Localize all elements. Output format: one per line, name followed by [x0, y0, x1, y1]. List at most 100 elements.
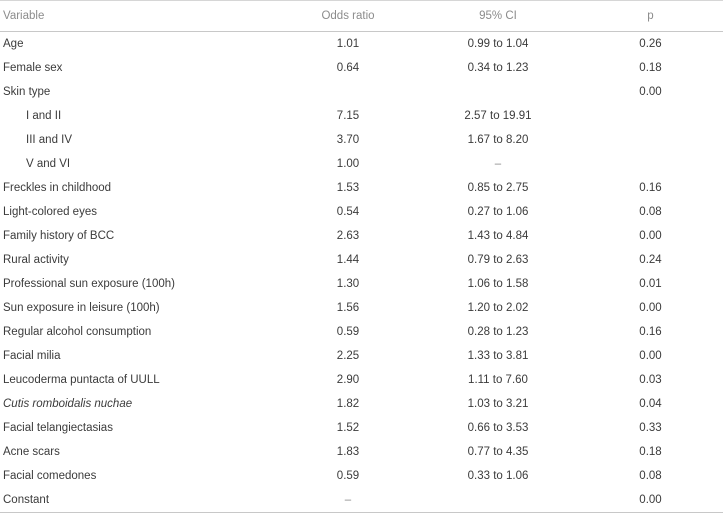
cell-odds-ratio: 1.83 — [336, 446, 360, 458]
table-row: Acne scars 1.83 0.77 to 4.35 0.18 — [0, 440, 723, 464]
table-row: Freckles in childhood 1.53 0.85 to 2.75 0.1… — [0, 176, 723, 200]
cell-p-value: 0.16 — [639, 182, 662, 194]
cell-ci: 0.85 to 2.75 — [467, 182, 529, 194]
table-row: Constant – 0.00 — [0, 488, 723, 513]
cell-variable: Rural activity — [3, 254, 69, 266]
cell-odds-ratio: 1.52 — [336, 422, 360, 434]
cell-ci: 0.34 to 1.23 — [467, 62, 529, 74]
cell-ci: 0.99 to 1.04 — [467, 38, 529, 50]
cell-p-value: 0.33 — [639, 422, 662, 434]
table-row: I and II 7.15 2.57 to 19.91 — [0, 104, 723, 128]
cell-p-value: 0.00 — [639, 350, 662, 362]
cell-odds-ratio: 1.30 — [336, 278, 360, 290]
cell-variable: Professional sun exposure (100h) — [3, 278, 175, 290]
table-row: V and VI 1.00 – — [0, 152, 723, 176]
cell-p-value: 0.24 — [639, 254, 662, 266]
cell-p-value — [578, 104, 723, 128]
cell-variable: Female sex — [3, 62, 63, 74]
cell-ci: 0.79 to 2.63 — [467, 254, 529, 266]
cell-variable: Facial telangiectasias — [3, 422, 113, 434]
cell-odds-ratio: 7.15 — [336, 110, 360, 122]
cell-variable: Age — [3, 38, 24, 50]
cell-odds-ratio: 1.44 — [336, 254, 360, 266]
cell-p-value: 0.00 — [639, 302, 662, 314]
cell-odds-ratio — [278, 80, 418, 104]
cell-p-value: 0.16 — [639, 326, 662, 338]
table-header-row: Variable Odds ratio 95% CI p — [0, 0, 723, 32]
cell-ci: 1.03 to 3.21 — [467, 398, 529, 410]
cell-ci — [418, 488, 578, 513]
cell-p-value: 0.08 — [639, 206, 662, 218]
results-table-container: Variable Odds ratio 95% CI p Age 1.01 0.99… — [0, 0, 723, 517]
cell-p-value — [578, 128, 723, 152]
cell-p-value: 0.08 — [639, 470, 662, 482]
cell-variable: Freckles in childhood — [3, 182, 112, 194]
cell-odds-ratio: 1.00 — [336, 158, 360, 170]
cell-p-value: 0.00 — [639, 86, 662, 98]
table-row: Facial milia 2.25 1.33 to 3.81 0.00 — [0, 344, 723, 368]
cell-ci: 1.33 to 3.81 — [467, 350, 529, 362]
cell-ci: 1.67 to 8.20 — [467, 134, 529, 146]
table-row: Skin type 0.00 — [0, 80, 723, 104]
cell-variable: Facial comedones — [3, 470, 97, 482]
cell-p-value: 0.18 — [639, 446, 662, 458]
column-header-odds-ratio: Odds ratio — [321, 10, 375, 22]
cell-variable: Skin type — [3, 86, 51, 98]
cell-ci: 1.20 to 2.02 — [467, 302, 529, 314]
table-row: Age 1.01 0.99 to 1.04 0.26 — [0, 32, 723, 57]
table-row: Facial comedones 0.59 0.33 to 1.06 0.08 — [0, 464, 723, 488]
cell-variable: Cutis romboidalis nuchae — [3, 398, 133, 410]
cell-variable: Facial milia — [3, 350, 61, 362]
cell-p-value: 0.04 — [639, 398, 662, 410]
cell-odds-ratio: 3.70 — [336, 134, 360, 146]
cell-ci: 0.77 to 4.35 — [467, 446, 529, 458]
cell-ci: 0.27 to 1.06 — [467, 206, 529, 218]
cell-p-value: 0.00 — [639, 230, 662, 242]
column-header-variable: Variable — [3, 10, 45, 22]
table-row: Light-colored eyes 0.54 0.27 to 1.06 0.08 — [0, 200, 723, 224]
cell-p-value — [578, 152, 723, 176]
table-row: Regular alcohol consumption 0.59 0.28 to 1… — [0, 320, 723, 344]
cell-variable: V and VI — [26, 158, 71, 170]
cell-odds-ratio: 0.59 — [336, 326, 360, 338]
table-row: Cutis romboidalis nuchae 1.82 1.03 to 3.21… — [0, 392, 723, 416]
cell-p-value: 0.18 — [639, 62, 662, 74]
table-header: Variable Odds ratio 95% CI p — [0, 0, 723, 32]
cell-p-value: 0.01 — [639, 278, 662, 290]
regression-results-table: Variable Odds ratio 95% CI p Age 1.01 0.99… — [0, 0, 723, 513]
cell-odds-ratio: – — [278, 488, 418, 513]
cell-variable: Constant — [0, 488, 278, 513]
cell-odds-ratio: 2.63 — [336, 230, 360, 242]
cell-odds-ratio: 0.64 — [336, 62, 360, 74]
table-row: Sun exposure in leisure (100h) 1.56 1.20 t… — [0, 296, 723, 320]
cell-ci: 0.33 to 1.06 — [467, 470, 529, 482]
table-row: Family history of BCC 2.63 1.43 to 4.84 0.0… — [0, 224, 723, 248]
cell-ci: 0.66 to 3.53 — [467, 422, 529, 434]
table-row: Professional sun exposure (100h) 1.30 1.06… — [0, 272, 723, 296]
table-row: Female sex 0.64 0.34 to 1.23 0.18 — [0, 56, 723, 80]
cell-variable: III and IV — [26, 134, 73, 146]
cell-variable: Leucoderma puntacta of UULL — [3, 374, 160, 386]
cell-variable: Regular alcohol consumption — [3, 326, 152, 338]
cell-p-value: 0.03 — [639, 374, 662, 386]
cell-variable: Sun exposure in leisure (100h) — [3, 302, 160, 314]
cell-odds-ratio: 2.90 — [336, 374, 360, 386]
cell-ci: 0.28 to 1.23 — [467, 326, 529, 338]
cell-odds-ratio: 1.01 — [336, 38, 360, 50]
cell-ci: 2.57 to 19.91 — [464, 110, 532, 122]
cell-odds-ratio: 0.59 — [336, 470, 360, 482]
cell-variable: Family history of BCC — [3, 230, 115, 242]
cell-ci: 1.06 to 1.58 — [467, 278, 529, 290]
cell-odds-ratio: 2.25 — [336, 350, 360, 362]
cell-odds-ratio: 1.56 — [336, 302, 360, 314]
column-header-p: p — [647, 10, 654, 22]
table-row: Leucoderma puntacta of UULL 2.90 1.11 to 7… — [0, 368, 723, 392]
cell-p-value: 0.00 — [578, 488, 723, 513]
table-row: Rural activity 1.44 0.79 to 2.63 0.24 — [0, 248, 723, 272]
table-body: Age 1.01 0.99 to 1.04 0.26 Female sex 0.64 0.3… — [0, 32, 723, 513]
cell-ci: 1.11 to 7.60 — [468, 374, 528, 386]
cell-odds-ratio: 1.82 — [336, 398, 360, 410]
cell-ci: – — [494, 158, 502, 170]
cell-variable: I and II — [26, 110, 62, 122]
cell-ci: 1.43 to 4.84 — [467, 230, 529, 242]
